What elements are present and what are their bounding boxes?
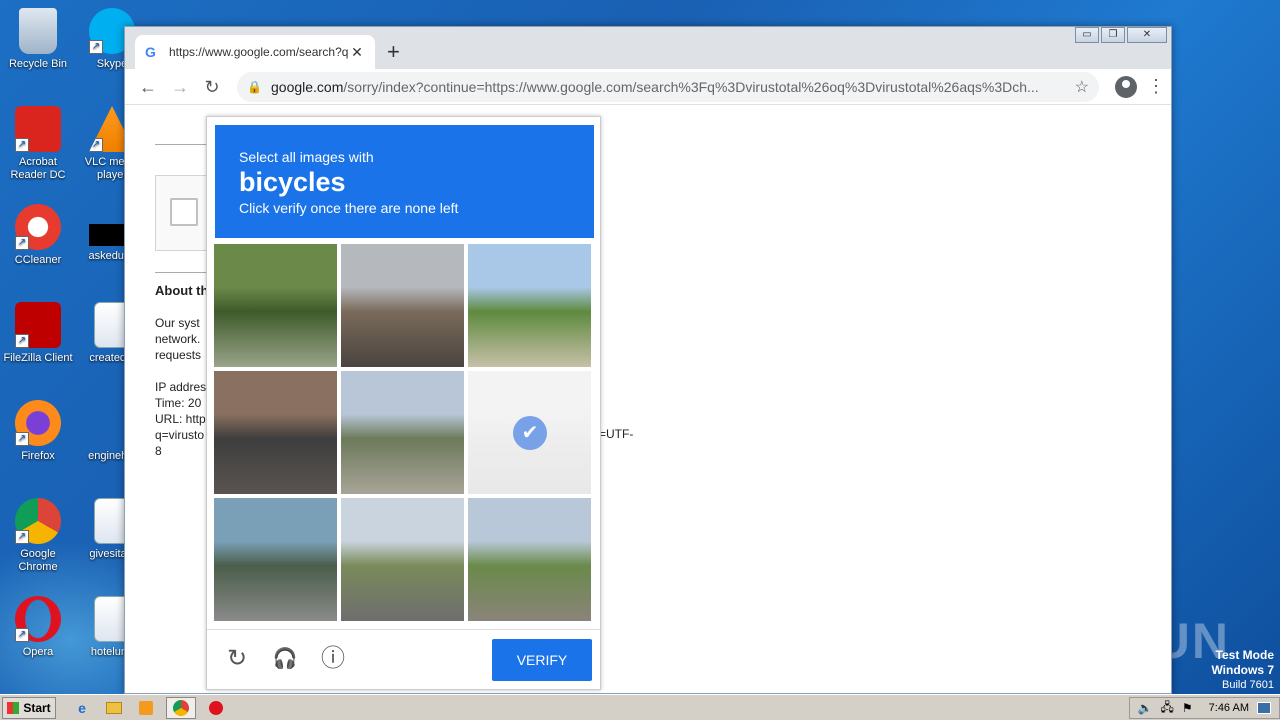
desktop-icon-label: Opera [22, 646, 54, 658]
bookmark-star-icon[interactable]: ☆ [1075, 77, 1089, 97]
desktop-icon-label: CCleaner [14, 254, 62, 266]
desktop-icon-label: Recycle Bin [8, 58, 68, 70]
test-mode-line1: Test Mode [1215, 648, 1274, 662]
test-mode-build: Build 7601 [1222, 679, 1274, 691]
browser-toolbar: ← → ↻ 🔒 google.com/sorry/index?continue=… [125, 69, 1171, 105]
minimize-button[interactable]: ▭ [1075, 27, 1099, 43]
desktop-icon-label: Firefox [21, 450, 55, 462]
address-bar[interactable]: 🔒 google.com/sorry/index?continue=https:… [237, 71, 1099, 102]
explorer-icon[interactable] [102, 697, 126, 719]
desktop-icon-firefox[interactable]: ↗ Firefox [0, 400, 76, 463]
url-tail: =UTF- [599, 427, 634, 441]
info-icon[interactable]: ⓘ [319, 645, 347, 673]
desktop-icon-acrobat[interactable]: ↗ Acrobat Reader DC [0, 106, 76, 182]
desktop-icon-ccleaner[interactable]: ↗ CCleaner [0, 204, 76, 267]
start-button[interactable]: Start [2, 696, 56, 719]
acrobat-reader-icon: ↗ [15, 106, 61, 152]
taskbar: Start e 🔈 🖧 ⚑ 7:46 AM [0, 694, 1280, 720]
desktop-icon-recycle-bin[interactable]: Recycle Bin [0, 8, 76, 71]
show-desktop-icon[interactable] [1257, 702, 1271, 714]
desktop-icon-label: FileZilla Client [3, 352, 73, 364]
firefox-icon: ↗ [15, 400, 61, 446]
captcha-tile[interactable] [341, 371, 464, 494]
new-tab-button[interactable]: + [387, 39, 400, 65]
tab-close-icon[interactable]: ✕ [349, 44, 365, 61]
challenge-subtext: Click verify once there are none left [239, 200, 459, 216]
challenge-instruction: Select all images with [239, 149, 374, 165]
ie-icon[interactable]: e [70, 697, 94, 719]
desktop-icon-label: Acrobat Reader DC [10, 156, 66, 181]
close-window-button[interactable]: ✕ [1127, 27, 1167, 43]
forward-button[interactable]: → [167, 74, 193, 100]
action-center-flag-icon[interactable]: ⚑ [1182, 701, 1193, 715]
desktop-icon-label: Google Chrome [18, 548, 58, 573]
chrome-icon: ↗ [15, 498, 61, 544]
captcha-tile[interactable] [341, 244, 464, 367]
clock[interactable]: 7:46 AM [1209, 702, 1249, 714]
captcha-tile[interactable] [214, 371, 337, 494]
opera-icon: ↗ [15, 596, 61, 642]
filezilla-icon: ↗ [15, 302, 61, 348]
desktop-icon-chrome[interactable]: ↗ Google Chrome [0, 498, 76, 574]
ccleaner-icon: ↗ [15, 204, 61, 250]
captcha-tile[interactable] [214, 498, 337, 621]
challenge-header: Select all images with bicycles Click ve… [215, 125, 594, 238]
test-mode-line2: Windows 7 [1211, 663, 1274, 677]
system-tray: 🔈 🖧 ⚑ 7:46 AM [1128, 697, 1280, 719]
desktop-icon-opera[interactable]: ↗ Opera [0, 596, 76, 659]
challenge-target: bicycles [239, 167, 346, 197]
captcha-tile[interactable] [468, 244, 591, 367]
menu-dots-icon[interactable]: ⋮ [1147, 76, 1165, 97]
url-path: /sorry/index?continue=https://www.google… [343, 78, 1039, 95]
checkmark-icon: ✔ [513, 416, 547, 450]
reload-challenge-icon[interactable]: ↻ [223, 645, 251, 673]
captcha-tile[interactable] [214, 244, 337, 367]
tab-strip: G https://www.google.com/search?q= ✕ + ▭… [125, 27, 1171, 69]
restore-button[interactable]: ❐ [1101, 27, 1125, 43]
verify-button[interactable]: VERIFY [492, 639, 592, 681]
recaptcha-challenge: Select all images with bicycles Click ve… [206, 116, 601, 690]
volume-icon[interactable]: 🔈 [1138, 701, 1153, 715]
url-text: google.com/sorry/index?continue=https://… [271, 79, 1065, 95]
test-mode-label: Test Mode Windows 7 Build 7601 [1211, 648, 1274, 693]
profile-avatar-icon[interactable] [1115, 75, 1137, 98]
captcha-tile[interactable] [468, 498, 591, 621]
start-label: Start [23, 700, 51, 715]
url-domain: google.com [271, 78, 344, 95]
recaptcha-checkbox[interactable] [170, 198, 198, 226]
audio-challenge-icon[interactable]: 🎧 [271, 645, 299, 673]
desktop-icon-filezilla[interactable]: ↗ FileZilla Client [0, 302, 76, 365]
window-controls: ▭ ❐ ✕ [1075, 27, 1167, 43]
chrome-taskbar-icon[interactable] [166, 696, 196, 719]
captcha-tile[interactable]: ✔ [468, 371, 591, 494]
reload-button[interactable]: ↻ [199, 74, 225, 100]
tab-title: https://www.google.com/search?q= [169, 45, 349, 59]
windows-flag-icon [7, 701, 20, 714]
about-title: About th [155, 283, 209, 298]
media-player-icon[interactable] [134, 697, 158, 719]
browser-tab[interactable]: G https://www.google.com/search?q= ✕ [135, 35, 375, 69]
google-favicon-icon: G [145, 44, 156, 60]
network-icon[interactable]: 🖧 [1160, 698, 1173, 719]
challenge-footer: ↻ 🎧 ⓘ VERIFY [207, 629, 600, 689]
back-button[interactable]: ← [135, 74, 161, 100]
recycle-bin-icon [19, 8, 57, 54]
opera-taskbar-icon[interactable] [204, 697, 228, 719]
captcha-tile[interactable] [341, 498, 464, 621]
lock-icon: 🔒 [247, 79, 262, 94]
